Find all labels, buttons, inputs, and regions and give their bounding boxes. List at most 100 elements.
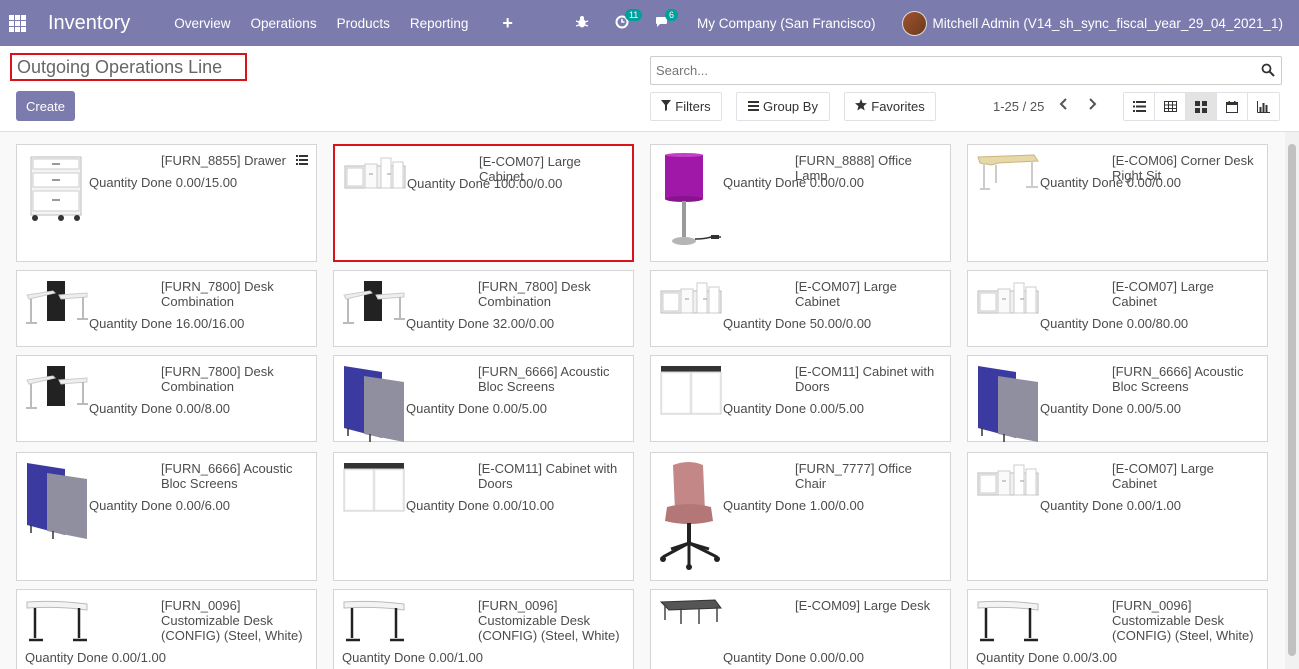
cabinet-image <box>976 279 1040 351</box>
list-view-icon[interactable] <box>1124 93 1155 120</box>
menu-operations[interactable]: Operations <box>251 16 317 31</box>
quantity-done: Quantity Done 50.00/0.00 <box>723 316 872 331</box>
user-menu[interactable]: Mitchell Admin (V14_sh_sync_fiscal_year_… <box>933 16 1283 31</box>
filters-button[interactable]: Filters <box>650 92 722 121</box>
favorites-button[interactable]: Favorites <box>844 92 936 121</box>
top-navbar: Inventory Overview Operations Products R… <box>0 0 1299 46</box>
kanban-card[interactable]: [FURN_7800] Desk Combination Quantity Don… <box>16 355 317 442</box>
avatar[interactable] <box>901 10 927 36</box>
kanban-card[interactable]: [E-COM06] Corner Desk Right Sit Quantity … <box>967 144 1268 262</box>
product-name: [E-COM07] Large Cabinet <box>795 279 897 309</box>
kanban-card[interactable]: [FURN_0096] Customizable Desk (CONFIG) (… <box>16 589 317 669</box>
desk-combo-image <box>25 279 89 351</box>
kanban-card[interactable]: [E-COM07] Large Cabinet Quantity Done 50.… <box>650 270 951 347</box>
apps-menu-icon[interactable] <box>2 0 32 46</box>
product-name: [FURN_6666] Acoustic Bloc Screens <box>1112 364 1244 394</box>
activity-badge: 11 <box>624 8 643 21</box>
product-name: [FURN_6666] Acoustic Bloc Screens <box>161 461 293 491</box>
control-panel: Outgoing Operations Line Create Filters … <box>0 46 1299 132</box>
product-name: [FURN_7800] Desk Combination <box>161 279 274 309</box>
cabinet-doors-image <box>659 364 723 436</box>
quantity-done: Quantity Done 0.00/3.00 <box>976 650 1117 665</box>
quantity-done: Quantity Done 0.00/80.00 <box>1040 316 1189 331</box>
product-name: [FURN_7800] Desk Combination <box>478 279 591 309</box>
messages-icon[interactable]: 6 <box>655 8 678 32</box>
quantity-done: Quantity Done 0.00/5.00 <box>723 401 864 416</box>
corner-desk-image <box>976 153 1040 225</box>
kanban-card[interactable]: [FURN_8888] Office Lamp Quantity Done 0.0… <box>650 144 951 262</box>
kanban-card[interactable]: [E-COM11] Cabinet with Doors Quantity Don… <box>650 355 951 442</box>
cabinet-image <box>343 154 407 226</box>
create-button[interactable]: Create <box>16 91 75 121</box>
pager-value[interactable]: 1-25 / 25 <box>993 99 1044 114</box>
company-switcher[interactable]: My Company (San Francisco) <box>697 16 876 31</box>
kanban-card[interactable]: [E-COM11] Cabinet with Doors Quantity Don… <box>333 452 634 581</box>
kanban-card[interactable]: [FURN_0096] Customizable Desk (CONFIG) (… <box>333 589 634 669</box>
kanban-card[interactable]: [FURN_6666] Acoustic Bloc Screens Quantit… <box>16 452 317 581</box>
bars-icon <box>748 100 760 114</box>
activity-clock-icon[interactable]: 11 <box>615 8 643 32</box>
quantity-done: Quantity Done 0.00/6.00 <box>89 498 230 513</box>
menu-products[interactable]: Products <box>337 16 390 31</box>
quantity-done: Quantity Done 16.00/16.00 <box>89 316 245 331</box>
kanban-card[interactable]: [E-COM07] Large Cabinet Quantity Done 0.0… <box>967 452 1268 581</box>
kanban-card[interactable]: [E-COM07] Large Cabinet Quantity Done 0.0… <box>967 270 1268 347</box>
chevron-left-icon[interactable] <box>1059 97 1069 114</box>
screens-image <box>342 364 406 442</box>
messages-badge: 6 <box>664 8 678 21</box>
drawer-image <box>25 153 89 225</box>
app-brand[interactable]: Inventory <box>48 12 130 35</box>
groupby-label: Group By <box>763 99 818 114</box>
quantity-done: Quantity Done 100.00/0.00 <box>407 176 563 191</box>
kanban-card[interactable]: [FURN_6666] Acoustic Bloc Screens Quantit… <box>333 355 634 442</box>
cabinet-image <box>659 279 723 351</box>
product-name: [E-COM09] Large Desk <box>795 598 931 613</box>
search-icon[interactable] <box>1261 63 1275 77</box>
table-view-icon[interactable] <box>1155 93 1186 120</box>
kanban-card[interactable]: [FURN_7777] Office Chair Quantity Done 1.… <box>650 452 951 581</box>
quantity-done: Quantity Done 0.00/1.00 <box>1040 498 1181 513</box>
search-input[interactable] <box>651 57 1241 84</box>
scrollbar-thumb[interactable] <box>1288 144 1296 656</box>
bug-icon[interactable] <box>575 15 589 32</box>
desk-combo-image <box>25 364 89 436</box>
desk-combo-image <box>342 279 406 351</box>
product-name: [E-COM07] Large Cabinet <box>1112 461 1214 491</box>
plus-icon[interactable]: + <box>502 13 513 34</box>
kanban-card[interactable]: [E-COM09] Large Desk Quantity Done 0.00/0… <box>650 589 951 669</box>
filters-label: Filters <box>675 99 711 114</box>
kanban-card[interactable]: [FURN_0096] Customizable Desk (CONFIG) (… <box>967 589 1268 669</box>
product-name: [FURN_7777] Office Chair <box>795 461 912 491</box>
view-switcher <box>1123 92 1280 121</box>
cabinet-doors-image <box>342 461 406 533</box>
search-box[interactable] <box>650 56 1282 85</box>
product-name: [FURN_7800] Desk Combination <box>161 364 274 394</box>
menu-overview[interactable]: Overview <box>174 16 230 31</box>
chevron-right-icon[interactable] <box>1087 97 1097 114</box>
screens-image <box>25 461 89 539</box>
kanban-card[interactable]: [FURN_6666] Acoustic Bloc Screens Quantit… <box>967 355 1268 442</box>
groupby-button[interactable]: Group By <box>736 92 830 121</box>
quantity-done: Quantity Done 0.00/8.00 <box>89 401 230 416</box>
product-name: [E-COM11] Cabinet with Doors <box>478 461 618 491</box>
graph-view-icon[interactable] <box>1248 93 1279 120</box>
star-icon <box>855 99 868 114</box>
kanban-card[interactable]: [FURN_8855] Drawer Quantity Done 0.00/15.… <box>16 144 317 262</box>
product-name: [FURN_0096] Customizable Desk (CONFIG) (… <box>161 598 303 643</box>
product-name: [E-COM07] Large Cabinet <box>1112 279 1214 309</box>
list-icon[interactable] <box>296 153 308 168</box>
product-name: [FURN_8855] Drawer <box>161 153 286 168</box>
vertical-scrollbar[interactable] <box>1285 132 1299 669</box>
quantity-done: Quantity Done 32.00/0.00 <box>406 316 555 331</box>
menu-reporting[interactable]: Reporting <box>410 16 469 31</box>
kanban-view-icon[interactable] <box>1186 93 1217 120</box>
calendar-view-icon[interactable] <box>1217 93 1248 120</box>
cabinet-image <box>976 461 1040 533</box>
kanban-card[interactable]: [E-COM07] Large Cabinet Quantity Done 100… <box>333 144 634 262</box>
filter-icon <box>661 99 672 114</box>
quantity-done: Quantity Done 0.00/15.00 <box>89 175 238 190</box>
kanban-card[interactable]: [FURN_7800] Desk Combination Quantity Don… <box>333 270 634 347</box>
kanban-card[interactable]: [FURN_7800] Desk Combination Quantity Don… <box>16 270 317 347</box>
quantity-done: Quantity Done 1.00/0.00 <box>723 498 864 513</box>
quantity-done: Quantity Done 0.00/1.00 <box>342 650 483 665</box>
